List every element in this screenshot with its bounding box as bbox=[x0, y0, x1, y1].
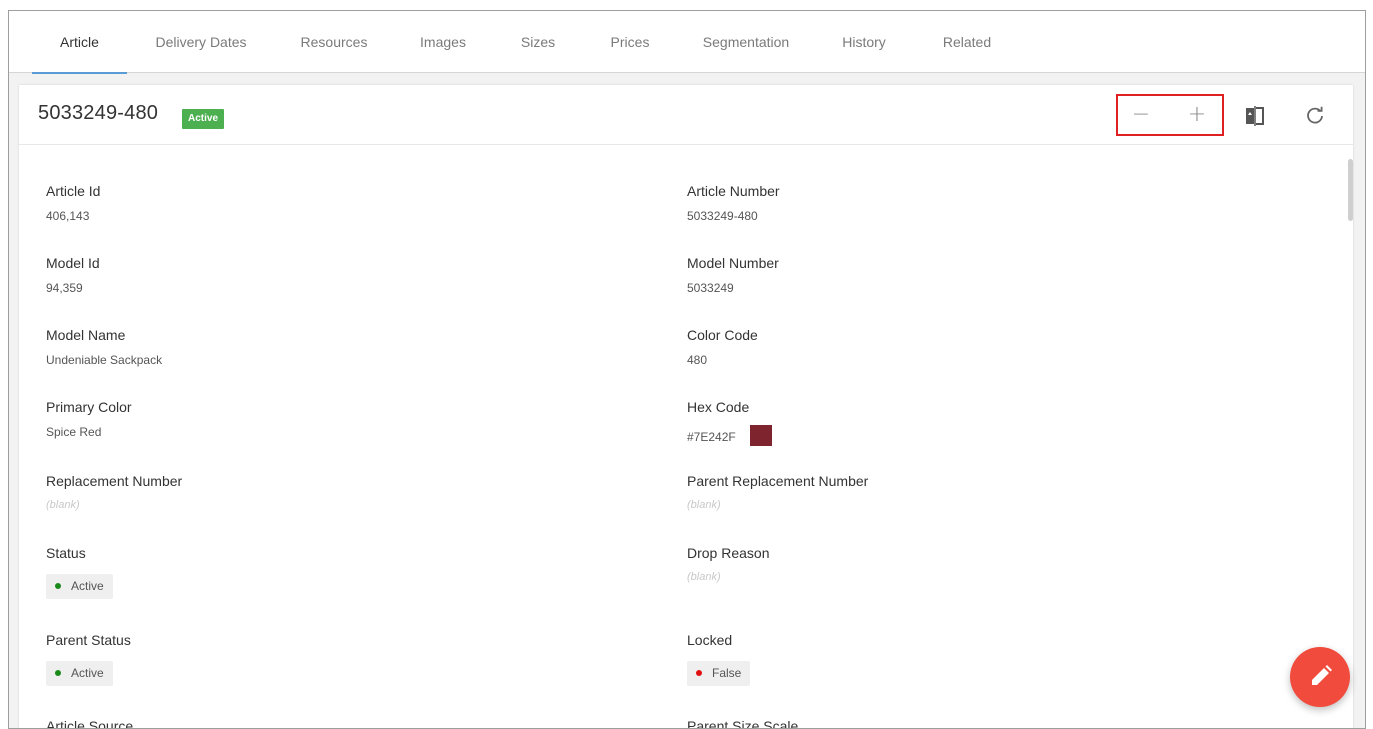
field-value: (blank) bbox=[687, 499, 721, 511]
field-drop-reason: Drop Reason (blank) bbox=[687, 545, 770, 583]
tab-delivery-dates[interactable]: Delivery Dates bbox=[147, 11, 255, 73]
field-parent-status: Parent Status Active bbox=[46, 632, 131, 686]
field-label: Parent Size Scale bbox=[687, 718, 799, 729]
field-value: (blank) bbox=[687, 571, 721, 583]
field-label: Article Id bbox=[46, 183, 101, 199]
tab-prices[interactable]: Prices bbox=[596, 11, 664, 73]
field-label: Model Number bbox=[687, 255, 779, 271]
status-dot bbox=[55, 670, 61, 676]
field-label: Hex Code bbox=[687, 399, 750, 415]
hex-code-text: #7E242F bbox=[687, 430, 736, 444]
field-label: Article Source bbox=[46, 718, 134, 729]
field-article-id: Article Id 406,143 bbox=[46, 183, 100, 223]
pencil-icon bbox=[1312, 665, 1332, 685]
field-label: Model Name bbox=[46, 327, 126, 343]
card-header: 5033249-480 Active − + bbox=[19, 85, 1353, 145]
field-value: (blank) bbox=[46, 499, 80, 511]
field-value: 406,143 bbox=[46, 209, 90, 223]
field-primary-color: Primary Color Spice Red bbox=[46, 399, 132, 439]
field-hex-code: Hex Code #7E242F bbox=[687, 399, 772, 446]
field-value: 94,359 bbox=[46, 281, 83, 295]
field-label: Parent Replacement Number bbox=[687, 473, 869, 489]
field-value: 5033249 bbox=[687, 281, 734, 295]
article-card: 5033249-480 Active − + Article Id 406,14… bbox=[19, 85, 1353, 729]
field-label: Drop Reason bbox=[687, 545, 770, 561]
field-model-name: Model Name Undeniable Sackpack bbox=[46, 327, 162, 367]
status-badge: Active bbox=[182, 109, 225, 129]
edit-button[interactable] bbox=[1290, 647, 1350, 707]
field-article-source: Article Source bbox=[46, 718, 134, 729]
field-locked: Locked False bbox=[687, 632, 751, 686]
page-title: 5033249-480 bbox=[38, 102, 159, 124]
tab-bar: Article Delivery Dates Resources Images … bbox=[9, 11, 1365, 74]
zoom-out-button[interactable]: − bbox=[1127, 104, 1155, 128]
refresh-icon bbox=[1307, 106, 1323, 124]
chip-label: Active bbox=[71, 666, 104, 680]
field-status: Status Active bbox=[46, 545, 113, 599]
chip-label: Active bbox=[71, 579, 104, 593]
field-replacement-number: Replacement Number (blank) bbox=[46, 473, 182, 511]
status-dot bbox=[55, 583, 61, 589]
compare-icon bbox=[1246, 106, 1264, 126]
field-model-number: Model Number 5033249 bbox=[687, 255, 779, 295]
field-parent-replacement-number: Parent Replacement Number (blank) bbox=[687, 473, 868, 511]
field-label: Article Number bbox=[687, 183, 780, 199]
field-model-id: Model Id 94,359 bbox=[46, 255, 100, 295]
tab-segmentation[interactable]: Segmentation bbox=[692, 11, 800, 73]
field-parent-size-scale: Parent Size Scale bbox=[687, 718, 799, 729]
field-label: Primary Color bbox=[46, 399, 132, 415]
color-swatch bbox=[749, 425, 772, 446]
field-color-code: Color Code 480 bbox=[687, 327, 758, 367]
field-article-number: Article Number 5033249-480 bbox=[687, 183, 780, 223]
field-label: Locked bbox=[687, 632, 733, 648]
tab-article[interactable]: Article bbox=[32, 11, 127, 74]
field-label: Status bbox=[46, 545, 86, 561]
field-label: Parent Status bbox=[46, 632, 131, 648]
refresh-button[interactable] bbox=[1303, 104, 1327, 128]
field-value: 5033249-480 bbox=[687, 209, 758, 223]
field-value: 480 bbox=[687, 353, 708, 367]
scrollbar[interactable] bbox=[1348, 159, 1353, 221]
tab-history[interactable]: History bbox=[828, 11, 900, 73]
field-value: #7E242F bbox=[687, 425, 772, 446]
field-label: Color Code bbox=[687, 327, 758, 343]
chip-label: False bbox=[712, 666, 742, 680]
tab-images[interactable]: Images bbox=[409, 11, 477, 73]
tab-related[interactable]: Related bbox=[929, 11, 1005, 73]
zoom-in-button[interactable]: + bbox=[1183, 104, 1211, 128]
locked-dot bbox=[696, 670, 702, 676]
field-label: Model Id bbox=[46, 255, 100, 271]
compare-button[interactable] bbox=[1243, 104, 1267, 128]
locked-chip: False bbox=[687, 661, 751, 686]
status-chip: Active bbox=[46, 574, 113, 599]
tab-sizes[interactable]: Sizes bbox=[509, 11, 567, 73]
zoom-controls: − + bbox=[1116, 94, 1224, 136]
field-label: Replacement Number bbox=[46, 473, 183, 489]
field-value: Spice Red bbox=[46, 425, 102, 439]
field-value: Undeniable Sackpack bbox=[46, 353, 163, 367]
app-frame: Article Delivery Dates Resources Images … bbox=[8, 10, 1366, 729]
tab-resources[interactable]: Resources bbox=[289, 11, 379, 73]
status-chip: Active bbox=[46, 661, 113, 686]
